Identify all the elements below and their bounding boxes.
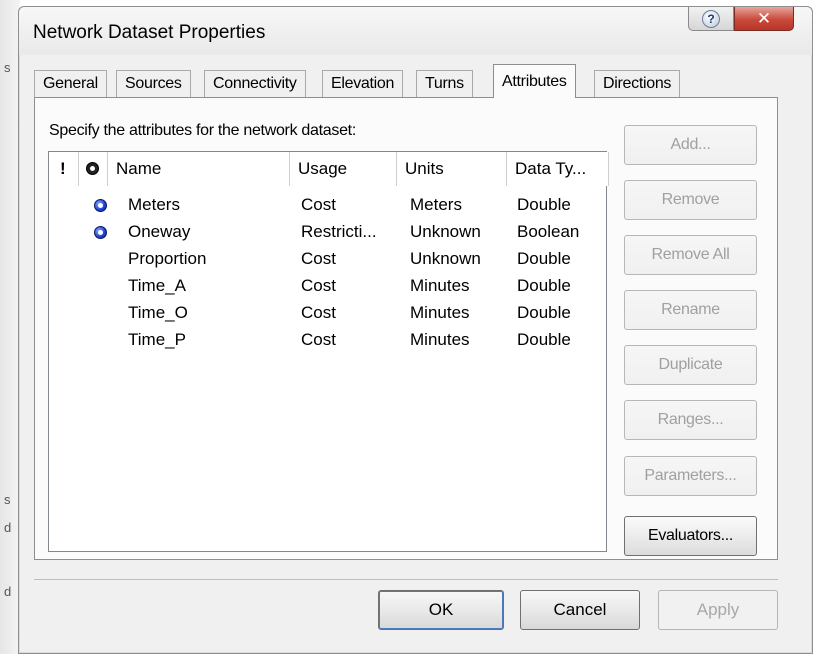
column-header-units[interactable]: Units <box>397 152 507 186</box>
title-bar[interactable]: Network Dataset Properties ? ✕ <box>19 7 812 55</box>
cell-name: Time_P <box>128 330 186 349</box>
cell-usage: Cost <box>301 195 336 214</box>
background-text-fragment: s <box>4 60 11 75</box>
table-row[interactable]: Time_O Cost Minutes Double <box>49 303 606 330</box>
cell-units: Minutes <box>410 276 470 295</box>
table-row[interactable]: Proportion Cost Unknown Double <box>49 249 606 276</box>
tab-strip: General Sources Connectivity Elevation T… <box>34 64 734 98</box>
tab-elevation[interactable]: Elevation <box>322 70 404 97</box>
help-icon: ? <box>702 9 720 28</box>
rename-button[interactable]: Rename <box>624 290 757 330</box>
cell-data-type: Double <box>517 303 571 322</box>
remove-button[interactable]: Remove <box>624 180 757 220</box>
cell-units: Minutes <box>410 303 470 322</box>
cell-usage: Cost <box>301 303 336 322</box>
duplicate-button[interactable]: Duplicate <box>624 345 757 385</box>
ranges-button[interactable]: Ranges... <box>624 400 757 440</box>
close-button[interactable]: ✕ <box>734 7 794 31</box>
tab-turns[interactable]: Turns <box>416 70 473 97</box>
background-text-fragment: d <box>4 520 12 535</box>
cell-data-type: Boolean <box>517 222 580 241</box>
apply-button[interactable]: Apply <box>658 590 778 630</box>
tab-general[interactable]: General <box>34 70 107 97</box>
tab-sources[interactable]: Sources <box>116 70 191 97</box>
tab-directions[interactable]: Directions <box>594 70 681 97</box>
cell-units: Unknown <box>410 249 481 268</box>
window-title: Network Dataset Properties <box>33 22 266 43</box>
default-marker-icon <box>86 162 99 175</box>
close-icon: ✕ <box>756 8 772 28</box>
cell-data-type: Double <box>517 249 571 268</box>
default-attribute-icon <box>94 199 107 212</box>
cell-units: Minutes <box>410 330 470 349</box>
footer-separator <box>34 579 778 580</box>
cell-data-type: Double <box>517 276 571 295</box>
column-header-name[interactable]: Name <box>108 152 290 186</box>
cell-usage: Restricti... <box>301 222 377 241</box>
background-window-edge: s s d d <box>0 0 20 654</box>
tab-connectivity[interactable]: Connectivity <box>204 70 306 97</box>
default-attribute-icon <box>94 226 107 239</box>
table-row[interactable]: Time_A Cost Minutes Double <box>49 276 606 303</box>
evaluators-button[interactable]: Evaluators... <box>624 516 757 556</box>
cell-usage: Cost <box>301 330 336 349</box>
cell-name: Oneway <box>128 222 191 241</box>
tab-attributes[interactable]: Attributes <box>493 64 576 98</box>
background-text-fragment: s <box>4 492 11 507</box>
ok-button[interactable]: OK <box>378 590 504 630</box>
add-button[interactable]: Add... <box>624 125 757 165</box>
cell-units: Unknown <box>410 222 481 241</box>
cell-data-type: Double <box>517 330 571 349</box>
cell-name: Time_A <box>128 276 186 295</box>
column-header-required[interactable]: ! <box>49 152 79 186</box>
column-header-default[interactable] <box>79 152 108 186</box>
instruction-label: Specify the attributes for the network d… <box>49 122 356 139</box>
column-header-data-type[interactable]: Data Ty... <box>507 152 609 186</box>
cell-name: Time_O <box>128 303 188 322</box>
attributes-list[interactable]: ! Name Usage Units Data Ty... Meters Cos… <box>48 151 609 552</box>
remove-all-button[interactable]: Remove All <box>624 235 757 275</box>
cell-usage: Cost <box>301 249 336 268</box>
table-row[interactable]: Oneway Restricti... Unknown Boolean <box>49 222 606 249</box>
cell-usage: Cost <box>301 276 336 295</box>
cell-data-type: Double <box>517 195 571 214</box>
cell-name: Proportion <box>128 249 207 268</box>
cell-name: Meters <box>128 195 180 214</box>
table-row[interactable]: Time_P Cost Minutes Double <box>49 330 606 357</box>
cell-units: Meters <box>410 195 462 214</box>
background-text-fragment: d <box>4 584 12 599</box>
table-row[interactable]: Meters Cost Meters Double <box>49 195 606 222</box>
help-button[interactable]: ? <box>688 7 734 31</box>
parameters-button[interactable]: Parameters... <box>624 456 757 496</box>
cancel-button[interactable]: Cancel <box>520 590 640 630</box>
column-header-usage[interactable]: Usage <box>290 152 397 186</box>
